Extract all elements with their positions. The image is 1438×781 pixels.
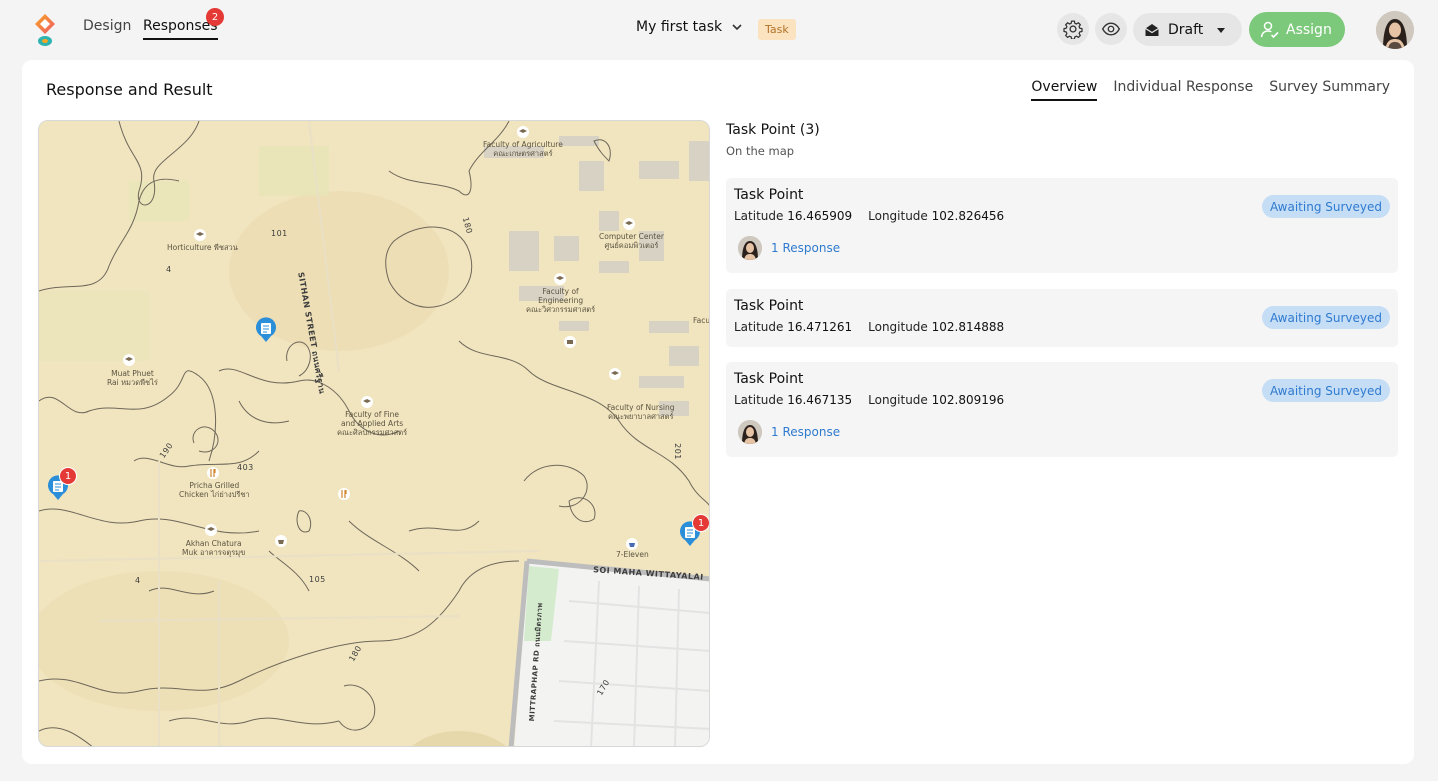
draft-status-dropdown[interactable]: Draft xyxy=(1133,13,1242,46)
envelope-open-icon xyxy=(1145,23,1159,36)
responses-count-badge: 2 xyxy=(206,8,224,26)
road-label: 201 xyxy=(672,443,682,460)
map-place-label: Computer Center ศูนย์คอมพิวเตอร์ xyxy=(599,232,664,250)
settings-button[interactable] xyxy=(1057,13,1089,45)
status-badge: Awaiting Surveyed xyxy=(1261,195,1390,218)
chevron-down-icon xyxy=(732,24,742,31)
avatar xyxy=(738,420,762,444)
task-type-tag: Task xyxy=(758,19,796,40)
draft-label: Draft xyxy=(1168,21,1204,38)
preview-button[interactable] xyxy=(1095,13,1127,45)
marker-response-badge: 1 xyxy=(692,514,709,532)
road-label: 4 xyxy=(166,265,172,274)
task-title: My first task xyxy=(636,19,723,35)
school-icon xyxy=(623,218,635,230)
mail-icon xyxy=(564,336,576,348)
marker-response-badge: 1 xyxy=(59,467,77,485)
response-count: 1 Response xyxy=(771,425,841,439)
school-icon xyxy=(517,126,529,138)
tab-overview[interactable]: Overview xyxy=(1031,79,1098,101)
task-point-card[interactable]: Task Point Latitude 16.467135 Longitude … xyxy=(726,362,1398,457)
school-icon xyxy=(609,368,621,380)
school-icon xyxy=(361,396,373,408)
task-selector[interactable]: My first task xyxy=(636,19,744,35)
school-icon xyxy=(554,273,566,285)
user-avatar[interactable] xyxy=(1376,11,1414,49)
map-place-label: Facu xyxy=(693,316,710,325)
response-link[interactable]: 1 Response xyxy=(738,236,840,260)
map-place-label: Faculty of Agriculture คณะเกษตรศาสตร์ xyxy=(483,140,563,158)
task-point-marker[interactable] xyxy=(255,317,277,343)
map-place-label: Muat Phuet Rai หมวดพืชไร่ xyxy=(107,369,158,387)
task-point-title: Task Point xyxy=(734,371,804,387)
map-place-label: Horticulture พืชสวน xyxy=(167,243,238,252)
restaurant-icon xyxy=(207,467,219,479)
map-place-label: Faculty of Nursing คณะพยาบาลศาสตร์ xyxy=(607,403,675,421)
restaurant-icon xyxy=(338,488,350,500)
task-point-heading: Task Point (3) xyxy=(726,122,820,138)
school-icon xyxy=(194,229,206,241)
view-tabs: Overview Individual Response Survey Summ… xyxy=(1031,79,1390,101)
response-result-card: Response and Result Overview Individual … xyxy=(22,60,1414,764)
task-point-card[interactable]: Task Point Latitude 16.465909 Longitude … xyxy=(726,178,1398,273)
assign-button[interactable]: Assign xyxy=(1249,12,1345,47)
nav-design[interactable]: Design xyxy=(83,18,131,34)
gear-icon xyxy=(1063,20,1083,39)
task-point-coordinates: Latitude 16.465909 Longitude 102.826456 xyxy=(734,209,1005,223)
road-label: 4 xyxy=(135,576,141,585)
map-place-label: Akhan Chatura Muk อาคารจตุรมุข xyxy=(182,539,246,557)
response-link[interactable]: 1 Response xyxy=(738,420,840,444)
caret-down-icon xyxy=(1217,27,1226,33)
school-icon xyxy=(123,354,135,366)
road-label: 105 xyxy=(309,575,326,584)
card-title: Response and Result xyxy=(46,80,213,99)
school-icon xyxy=(205,524,217,536)
assign-label: Assign xyxy=(1286,21,1332,38)
map-place-label: Pricha Grilled Chicken ไก่ย่างปรีชา xyxy=(179,481,250,499)
eye-icon xyxy=(1101,22,1121,36)
map-place-label: 7-Eleven xyxy=(616,550,649,559)
road-label: 101 xyxy=(271,229,288,238)
map-place-label: Faculty of Fine and Applied Arts คณะศิลปกร… xyxy=(337,410,408,437)
map-place-label: Faculty of Engineering คณะวิศวกรรมศาสตร์ xyxy=(526,287,596,314)
task-point-title: Task Point xyxy=(734,298,804,314)
map-view[interactable]: Faculty of Agriculture คณะเกษตรศาสตร์ Com… xyxy=(38,120,710,747)
user-assign-icon xyxy=(1260,21,1279,38)
task-point-card[interactable]: Task Point Latitude 16.471261 Longitude … xyxy=(726,289,1398,347)
status-badge: Awaiting Surveyed xyxy=(1261,379,1390,402)
convenience-store-icon xyxy=(626,538,638,550)
task-point-subtitle: On the map xyxy=(726,144,795,158)
task-point-title: Task Point xyxy=(734,187,804,203)
shop-icon xyxy=(275,535,287,547)
task-point-coordinates: Latitude 16.467135 Longitude 102.809196 xyxy=(734,393,1005,407)
response-count: 1 Response xyxy=(771,241,841,255)
tab-individual-response[interactable]: Individual Response xyxy=(1113,79,1253,101)
status-badge: Awaiting Surveyed xyxy=(1261,306,1390,329)
top-bar: Design Responses 2 My first task Task Dr… xyxy=(0,0,1438,60)
tab-survey-summary[interactable]: Survey Summary xyxy=(1269,79,1390,101)
avatar xyxy=(738,236,762,260)
app-logo[interactable] xyxy=(31,12,59,48)
task-point-coordinates: Latitude 16.471261 Longitude 102.814888 xyxy=(734,320,1005,334)
road-label: 403 xyxy=(237,463,254,472)
